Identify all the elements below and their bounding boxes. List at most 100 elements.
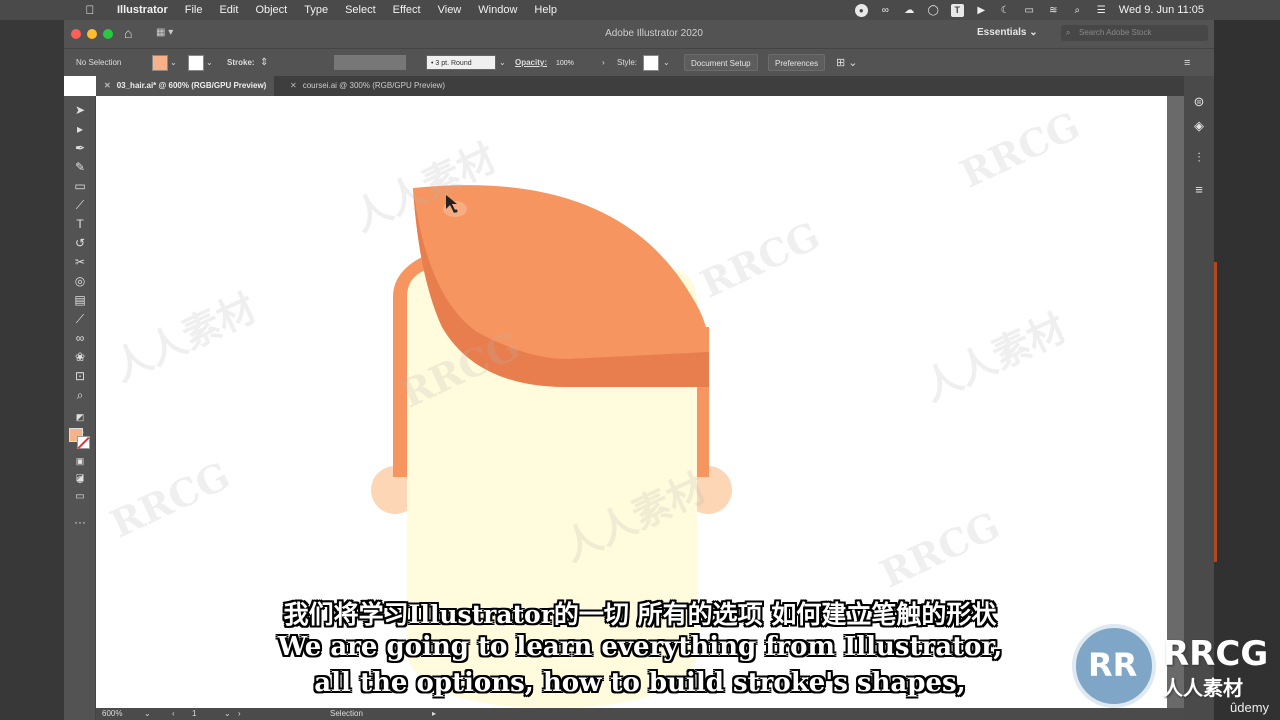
preferences-button[interactable]: Preferences [768,54,826,71]
menu-object[interactable]: Object [255,4,287,16]
draw-mode-icon[interactable]: ◍ [71,471,89,487]
wifi-icon[interactable]: ≋ [1047,4,1060,17]
direct-selection-tool-icon[interactable]: ▸ [71,121,89,137]
chevron-down-icon[interactable]: ⌄ [206,49,213,77]
menu-window[interactable]: Window [478,4,517,16]
close-icon[interactable]: ✕ [290,81,297,90]
stroke-weight-field[interactable] [274,55,324,70]
more-tools-icon[interactable]: ··· [71,514,89,530]
chevron-down-icon[interactable]: ⌄ [224,708,231,720]
document-setup-button[interactable]: Document Setup [684,54,758,71]
selection-status: No Selection [76,58,122,67]
search-adobe-stock-input[interactable]: ⌕ Search Adobe Stock [1061,25,1208,41]
menu-select[interactable]: Select [345,4,376,16]
type-tool-icon[interactable]: T [71,216,89,232]
brush-definition[interactable]: • 3 pt. Round [426,55,496,70]
artboard-number[interactable]: 1 [192,708,196,720]
stroke-label: Stroke: [227,58,255,67]
align-panel-icon[interactable]: ⫶ [1191,150,1207,166]
close-window-button[interactable] [71,29,81,39]
variable-width-profile[interactable] [334,55,406,70]
previous-artboard-icon[interactable]: ‹ [172,708,175,720]
text-t-icon[interactable]: T [950,3,964,17]
scissors-tool-icon[interactable]: ✂ [71,254,89,270]
gradient-tool-icon[interactable]: ▤ [71,292,89,308]
control-center-icon[interactable]: ☰ [1095,4,1108,17]
menu-effect[interactable]: Effect [393,4,421,16]
status-bar: 600% ⌄ ‹ 1 ⌄ › Selection ▸ [96,708,1184,720]
rrcg-logo-text: RRCG [1163,634,1269,674]
arrange-documents-icon[interactable]: ▦ ▾ [156,27,173,38]
search-icon: ⌕ [1066,28,1071,37]
layers-panel-icon[interactable]: ◈ [1191,118,1207,134]
menu-view[interactable]: View [438,4,462,16]
menu-help[interactable]: Help [534,4,557,16]
fill-color-swatch[interactable] [152,55,168,71]
color-mode-icon[interactable]: ▣ ◪ [71,453,89,482]
selection-tool-icon[interactable]: ➤ [71,102,89,118]
cloud-upload-icon[interactable]: ☁ [903,4,916,17]
blend-tool-icon[interactable]: ∞ [71,330,89,346]
stroke-color-swatch[interactable] [188,55,204,71]
chevron-down-icon[interactable]: ⌄ [170,49,177,77]
symbol-sprayer-tool-icon[interactable]: ❀ [71,349,89,365]
minimize-window-button[interactable] [87,29,97,39]
tab-03-hair[interactable]: ✕ 03_hair.ai* @ 600% (RGB/GPU Preview) [96,76,275,96]
graphic-style-swatch[interactable] [643,55,659,71]
chevron-right-icon[interactable]: › [602,49,605,77]
moon-icon[interactable]: ☾ [999,4,1012,17]
record-icon[interactable]: ● [854,3,868,17]
apple-icon[interactable]:  [80,3,100,17]
rectangle-tool-icon[interactable]: ▭ [71,178,89,194]
zoom-level[interactable]: 600% [102,708,122,720]
paintbrush-tool-icon[interactable]: ⟋ [71,197,89,213]
panel-menu-icon[interactable]: ≡ [1184,49,1190,77]
menu-file[interactable]: File [185,4,203,16]
close-icon[interactable]: ✕ [104,81,111,90]
eyedropper-tool-icon[interactable]: ⟋ [71,311,89,327]
play-icon[interactable]: ▸ [432,708,436,720]
creative-cloud-icon[interactable]: ∞ [879,4,892,17]
current-tool-label: Selection [330,709,363,718]
swap-fill-stroke-icon[interactable]: ◩ ↶ [71,409,89,438]
subtitle-chinese: 我们将学习Illustrator的一切 所有的选项 如何建立笔触的形状 [283,600,997,629]
menu-panel-icon[interactable]: ≡ [1191,182,1207,198]
rrcg-logo-icon [1072,624,1156,708]
menu-type[interactable]: Type [304,4,328,16]
shape-builder-tool-icon[interactable]: ◎ [71,273,89,289]
rotate-tool-icon[interactable]: ↺ [71,235,89,251]
chevron-down-icon[interactable]: ⌄ [663,49,670,77]
stroke-swatch[interactable] [77,436,90,449]
tab-coursei[interactable]: ✕ coursei.ai @ 300% (RGB/GPU Preview) [282,76,453,96]
style-label: Style: [617,58,638,67]
udemy-logo: ûdemy [1230,700,1270,715]
document-tabs: ✕ 03_hair.ai* @ 600% (RGB/GPU Preview) ✕ c… [96,76,1214,96]
home-icon[interactable]: ⌂ [124,25,132,41]
curvature-tool-icon[interactable]: ✎ [71,159,89,175]
opacity-field[interactable]: 100% [551,55,593,70]
play-icon[interactable]: ▶ [975,4,988,17]
search-icon[interactable]: ⌕ [1071,4,1084,17]
pen-tool-icon[interactable]: ✒ [71,140,89,156]
stroke-weight-stepper[interactable]: ⇕ [260,49,268,77]
zoom-window-button[interactable] [103,29,113,39]
menubar-clock: Wed 9. Jun 11:05 [1118,4,1204,16]
battery-icon[interactable]: ▭ [1023,4,1036,17]
chevron-down-icon[interactable]: ⌄ [144,708,151,720]
next-artboard-icon[interactable]: › [238,708,241,720]
properties-panel-icon[interactable]: ⊜ [1191,94,1207,110]
align-options-icon[interactable]: ⊞ ⌄ [836,49,858,77]
macos-menu-bar:  Illustrator File Edit Object Type Sele… [0,0,1280,20]
zoom-tool-icon[interactable]: ⌕ [71,387,89,403]
control-bar: No Selection ⌄ ⌄ Stroke: ⇕ • 3 pt. Round… [64,48,1214,76]
menu-edit[interactable]: Edit [219,4,238,16]
chat-icon[interactable]: ◯ [927,4,940,17]
anchor-point-indicator [454,209,458,213]
workspace-switcher[interactable]: Essentials ⌄ [977,27,1038,38]
artboard-tool-icon[interactable]: ⊡ [71,368,89,384]
chevron-down-icon[interactable]: ⌄ [499,49,506,77]
screen-mode-icon[interactable]: ▭ [71,489,89,505]
opacity-label[interactable]: Opacity: [515,49,547,77]
rrcg-logo-subtext: 人人素材 [1163,676,1243,700]
menu-illustrator[interactable]: Illustrator [117,4,168,16]
